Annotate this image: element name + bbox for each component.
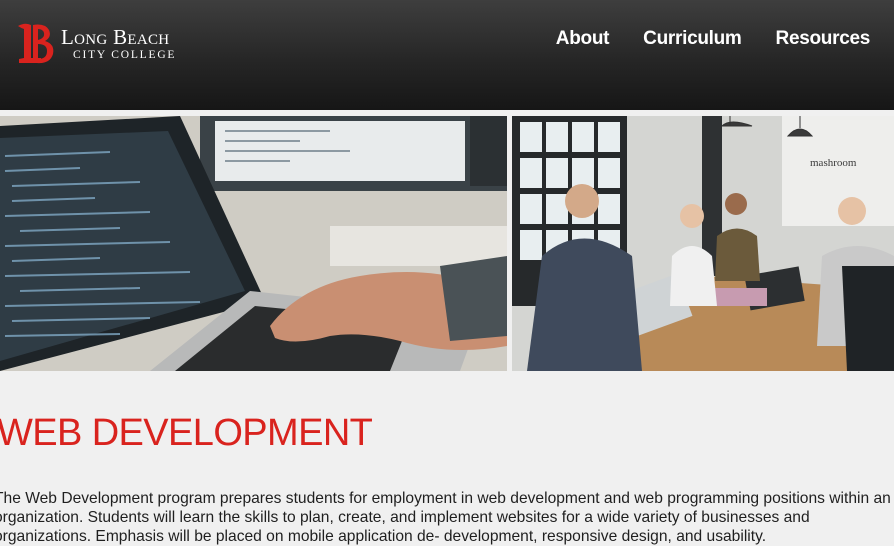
main-nav: About Curriculum Resources <box>556 28 871 50</box>
logo-subtitle: CITY COLLEGE <box>73 49 177 61</box>
college-logo[interactable]: Long Beach CITY COLLEGE <box>15 20 176 68</box>
hero-photo-laptop-coding <box>0 116 507 371</box>
laptop-coding-image <box>0 116 507 371</box>
lb-logo-icon <box>18 23 54 64</box>
nav-curriculum-link[interactable]: Curriculum <box>643 28 742 50</box>
mashroom-sign: mashroom <box>810 157 857 169</box>
program-description: The Web Development program prepares stu… <box>0 490 891 545</box>
site-header: Long Beach CITY COLLEGE About Curriculum… <box>0 0 894 110</box>
nav-about-link[interactable]: About <box>556 28 610 50</box>
team-meeting-image: mashroom <box>512 116 894 371</box>
nav-resources-link[interactable]: Resources <box>776 28 871 50</box>
logo-title: Long Beach <box>61 25 170 49</box>
page-title: WEB DEVELOPMENT <box>0 412 373 454</box>
hero-photo-team-meeting: mashroom <box>512 116 894 371</box>
